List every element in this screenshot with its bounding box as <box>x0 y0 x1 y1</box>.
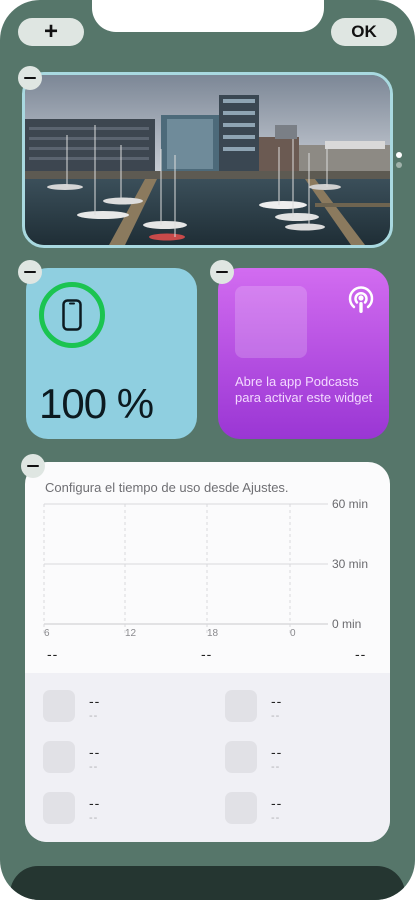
summary-value-3: -- <box>355 646 367 662</box>
app-usage-time: -- <box>89 795 101 811</box>
podcast-artwork-placeholder <box>235 286 307 358</box>
podcasts-icon <box>348 286 374 313</box>
remove-podcasts-widget-button[interactable] <box>210 260 234 284</box>
page-dot-active <box>396 152 402 158</box>
summary-value-1: -- <box>47 646 59 662</box>
app-usage-name: -- <box>271 812 281 824</box>
app-usage-time: -- <box>271 744 283 760</box>
marina-photo <box>25 75 390 245</box>
y-label-30: 30 min <box>332 557 368 571</box>
app-usage-item: -- -- <box>43 741 193 781</box>
app-usage-name: -- <box>89 761 99 773</box>
app-usage-item: -- -- <box>43 792 193 832</box>
device-notch <box>92 0 324 32</box>
app-usage-time: -- <box>271 693 283 709</box>
batteries-widget[interactable]: 100 % <box>26 268 197 439</box>
remove-photo-widget-button[interactable] <box>18 66 42 90</box>
app-icon-placeholder <box>225 741 257 773</box>
x-label-12: 12 <box>125 628 137 639</box>
screen-time-widget[interactable]: Configura el tiempo de uso desde Ajustes… <box>25 462 390 842</box>
app-icon-placeholder <box>225 690 257 722</box>
battery-ring <box>39 282 105 348</box>
app-usage-item: -- -- <box>43 690 193 730</box>
remove-battery-widget-button[interactable] <box>18 260 42 284</box>
app-usage-time: -- <box>89 744 101 760</box>
app-usage-name: -- <box>271 710 281 722</box>
x-label-18: 18 <box>207 628 219 639</box>
done-button[interactable]: OK <box>331 18 397 46</box>
app-icon-placeholder <box>225 792 257 824</box>
app-usage-time: -- <box>271 795 283 811</box>
iphone-icon <box>62 299 82 331</box>
app-usage-name: -- <box>89 812 99 824</box>
summary-value-2: -- <box>201 646 213 662</box>
screen-time-chart: 60 min 30 min 0 min 6 12 18 0 <box>43 497 368 639</box>
edit-widgets-bar[interactable] <box>10 866 405 900</box>
app-usage-item: -- -- <box>225 690 375 730</box>
home-screen-edit-mode: + OK 100 % Abre la app Podcasts para act… <box>0 0 415 900</box>
app-usage-item: -- -- <box>225 792 375 832</box>
x-label-0: 0 <box>290 628 296 639</box>
y-label-60: 60 min <box>332 497 368 511</box>
y-label-0: 0 min <box>332 617 361 631</box>
podcasts-widget[interactable]: Abre la app Podcasts para activar este w… <box>218 268 389 439</box>
app-usage-list: -- -- -- -- -- -- -- -- -- -- -- -- <box>25 673 390 842</box>
page-dot <box>396 162 402 168</box>
remove-screen-time-widget-button[interactable] <box>21 454 45 478</box>
app-usage-name: -- <box>89 710 99 722</box>
app-icon-placeholder <box>43 690 75 722</box>
widget-page-indicator <box>396 152 402 172</box>
app-icon-placeholder <box>43 741 75 773</box>
add-widget-button[interactable]: + <box>18 18 84 46</box>
app-usage-name: -- <box>271 761 281 773</box>
app-usage-time: -- <box>89 693 101 709</box>
podcasts-message: Abre la app Podcasts para activar este w… <box>235 374 373 405</box>
app-icon-placeholder <box>43 792 75 824</box>
battery-percentage: 100 % <box>39 380 154 427</box>
app-usage-item: -- -- <box>225 741 375 781</box>
photos-widget[interactable] <box>22 72 393 248</box>
x-label-6: 6 <box>44 628 50 639</box>
